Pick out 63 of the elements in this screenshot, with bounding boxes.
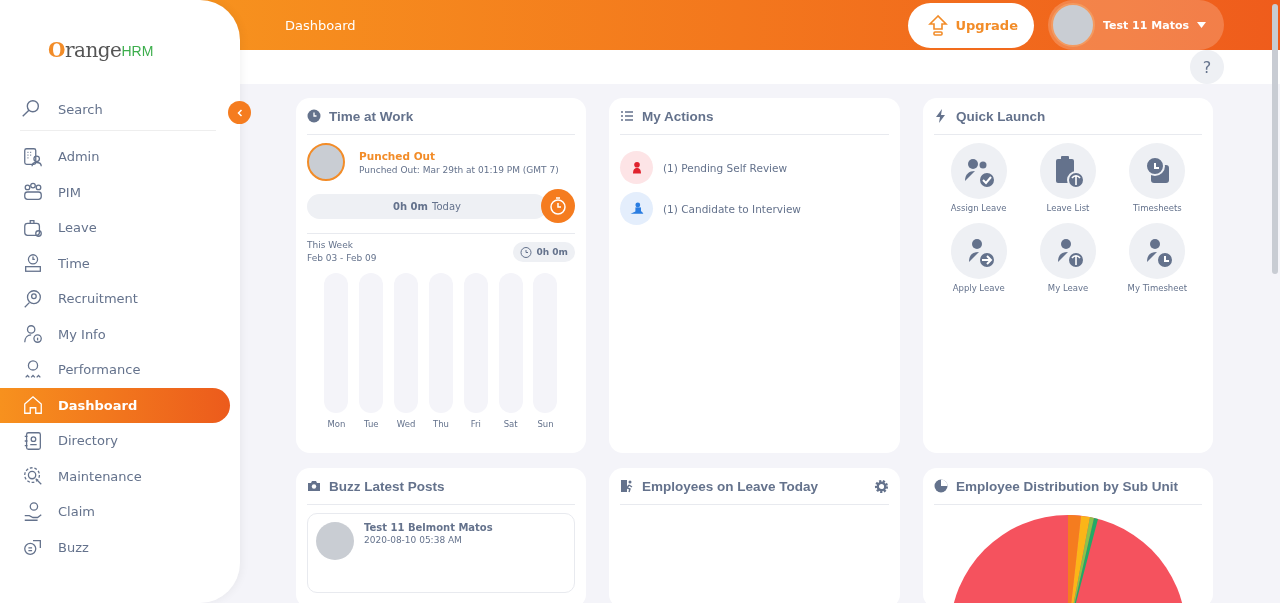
- sidebar-item[interactable]: Admin: [0, 139, 230, 175]
- logo: OrangeHRM: [47, 37, 155, 62]
- collapse-button[interactable]: [228, 101, 251, 124]
- help-button[interactable]: ?: [1190, 50, 1224, 84]
- quick-launch-item[interactable]: Leave List: [1023, 143, 1113, 213]
- chevron-left-icon: [235, 108, 244, 117]
- scrollbar[interactable]: [1272, 4, 1278, 274]
- day-label: Sun: [537, 419, 554, 429]
- post-author: Test 11 Belmont Matos: [364, 522, 493, 533]
- card-title: Employees on Leave Today: [642, 478, 820, 494]
- sidebar-item[interactable]: Leave: [0, 210, 230, 246]
- pie-chart-icon: [934, 479, 948, 493]
- user-menu[interactable]: Test 11 Matos: [1048, 0, 1224, 50]
- card-title: My Actions: [642, 108, 715, 124]
- clock-icon: [307, 109, 321, 123]
- post-time: 2020-08-10 05:38 AM: [364, 535, 463, 545]
- day-label: Wed: [396, 419, 416, 429]
- sidebar-item[interactable]: Recruitment: [0, 281, 230, 317]
- interview-icon: [620, 192, 653, 225]
- action-link[interactable]: (1) Candidate to Interview: [663, 202, 801, 215]
- sidebar-item[interactable]: PIM: [0, 174, 230, 210]
- sidebar-item[interactable]: Claim: [0, 494, 230, 530]
- sidebar-item[interactable]: Performance: [0, 352, 230, 388]
- search-field[interactable]: Search: [56, 100, 190, 118]
- sidebar-item[interactable]: Buzz: [0, 529, 230, 565]
- card-title: Buzz Latest Posts: [329, 478, 446, 494]
- punch-status: Punched Out: [359, 149, 437, 162]
- caret-icon: [1197, 22, 1206, 28]
- avatar-placeholder: [307, 143, 345, 181]
- stopwatch-icon: [519, 245, 532, 258]
- person-icon: [620, 151, 653, 184]
- up-arrow-icon: [927, 14, 948, 36]
- quick-launch-item[interactable]: My Leave: [1023, 223, 1113, 293]
- search-icon: [20, 98, 42, 120]
- day-label: Thu: [432, 419, 449, 429]
- week-total: 0h 0m: [512, 241, 575, 262]
- action-link[interactable]: (1) Pending Self Review: [663, 161, 788, 174]
- home-icon: [22, 394, 44, 417]
- page-title: Dashboard: [285, 17, 357, 33]
- card-title: Quick Launch: [956, 108, 1047, 124]
- card-title: Employee Distribution by Sub Unit: [956, 478, 1179, 494]
- day-label: Sat: [503, 419, 518, 429]
- sidebar-item[interactable]: Dashboard: [0, 387, 230, 423]
- camera-icon: [307, 479, 321, 493]
- stopwatch-icon: [548, 196, 568, 216]
- week-label: This Week: [307, 240, 354, 250]
- settings-icon[interactable]: [874, 478, 889, 494]
- avatar-placeholder: [316, 522, 354, 560]
- lightning-icon: [934, 109, 948, 123]
- punch-button[interactable]: [541, 189, 575, 223]
- card-title: Time at Work: [329, 108, 415, 124]
- exit-icon: [620, 479, 634, 493]
- avatar-placeholder: [1051, 3, 1095, 47]
- day-label: Fri: [470, 419, 481, 429]
- punch-detail: Punched Out: Mar 29th at 01:19 PM (GMT 7): [359, 164, 559, 175]
- sidebar-item[interactable]: Maintenance: [0, 458, 230, 494]
- sidebar-item[interactable]: Time: [0, 245, 230, 281]
- sidebar-item[interactable]: My Info: [0, 316, 230, 352]
- week-range: Feb 03 - Feb 09: [307, 253, 377, 263]
- day-label: Tue: [364, 419, 379, 429]
- day-label: Mon: [327, 419, 346, 429]
- sidebar-item[interactable]: Directory: [0, 423, 230, 459]
- list-icon: [620, 109, 634, 123]
